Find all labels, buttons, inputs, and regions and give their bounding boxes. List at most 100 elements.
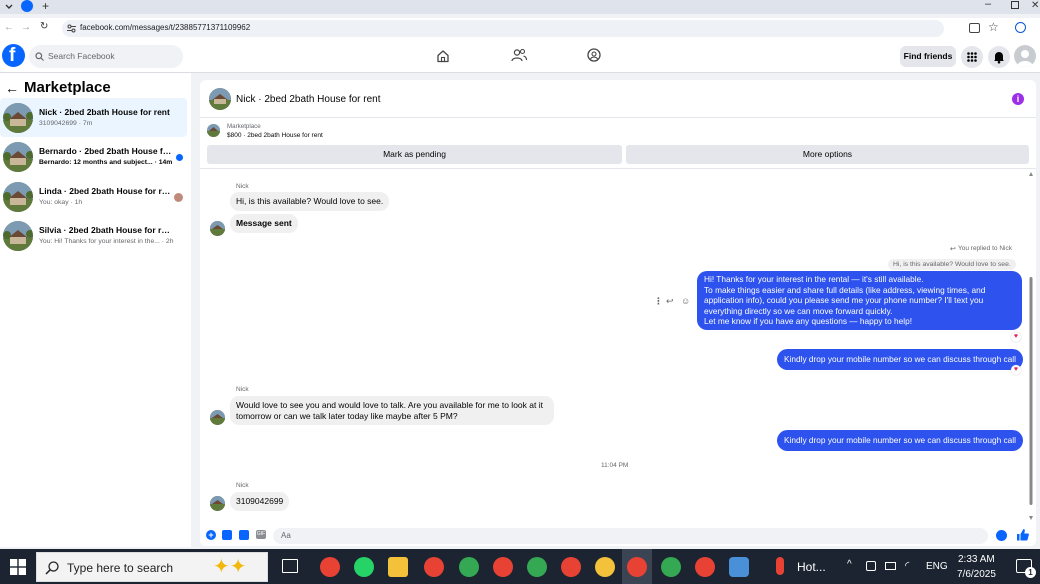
- windows-start-icon[interactable]: [10, 559, 26, 575]
- incoming-message[interactable]: Hi, is this available? Would love to see…: [230, 192, 390, 211]
- thermometer-icon[interactable]: [776, 557, 784, 575]
- incoming-message[interactable]: Would love to see you and would love to …: [230, 396, 554, 425]
- gif-icon[interactable]: GIF: [256, 530, 266, 539]
- search-placeholder: Search Facebook: [48, 51, 115, 61]
- tab-menu-chevron-icon[interactable]: [3, 2, 15, 12]
- reply-icon[interactable]: ↩: [666, 296, 676, 306]
- chrome-profile-icon[interactable]: [493, 557, 513, 577]
- listing-avatar[interactable]: [209, 88, 231, 110]
- chrome-profile-icon[interactable]: [561, 557, 581, 577]
- account-avatar[interactable]: [1014, 45, 1036, 67]
- task-view-icon[interactable]: [282, 559, 298, 573]
- chrome-icon[interactable]: [320, 557, 340, 577]
- chat-header: Nick · 2bed 2bath House for rent i: [200, 80, 1036, 118]
- facebook-header: f Search Facebook Find friends: [0, 40, 1040, 73]
- outgoing-message[interactable]: Hi! Thanks for your interest in the rent…: [697, 271, 1022, 330]
- more-actions-icon[interactable]: ⋮: [654, 296, 663, 306]
- chrome-profile-icon[interactable]: [695, 557, 715, 577]
- message-input[interactable]: Aa: [273, 528, 988, 544]
- taskbar-search-input[interactable]: Type here to search ✦✦: [36, 552, 268, 582]
- conversation-name: Bernardo · 2bed 2bath House for...: [39, 146, 174, 156]
- weather-text[interactable]: Hot...: [797, 560, 826, 574]
- outgoing-message[interactable]: Kindly drop your mobile number so we can…: [777, 349, 1023, 370]
- quoted-message[interactable]: Hi, is this available? Would love to see…: [888, 259, 1016, 270]
- photo-icon[interactable]: [222, 530, 232, 540]
- new-tab-icon[interactable]: +: [42, 0, 52, 13]
- conversation-item-nick[interactable]: Nick · 2bed 2bath House for rent 3109042…: [0, 98, 187, 137]
- incoming-message[interactable]: Message sent: [230, 214, 298, 233]
- heart-reaction-icon[interactable]: ♥: [1011, 365, 1021, 375]
- emoji-icon[interactable]: [996, 530, 1007, 541]
- conversation-name: Nick · 2bed 2bath House for rent: [39, 107, 170, 117]
- conversation-item-bernardo[interactable]: Bernardo · 2bed 2bath House for... Berna…: [0, 137, 187, 176]
- maximize-icon[interactable]: [1011, 1, 1019, 9]
- find-friends-button[interactable]: Find friends: [900, 46, 956, 67]
- minimize-icon[interactable]: –: [985, 0, 995, 10]
- timestamp: 11:04 PM: [601, 462, 629, 469]
- menu-grid-icon[interactable]: [961, 46, 983, 68]
- info-icon[interactable]: i: [1012, 93, 1024, 105]
- install-app-icon[interactable]: [969, 23, 980, 33]
- chrome-profile-icon[interactable]: [527, 557, 547, 577]
- whatsapp-icon[interactable]: [354, 557, 374, 577]
- chrome-profile-icon[interactable]: [459, 557, 479, 577]
- file-explorer-icon[interactable]: [388, 557, 408, 577]
- address-bar[interactable]: facebook.com/messages/t/2388577137110996…: [62, 20, 944, 37]
- reload-icon[interactable]: ↻: [40, 21, 50, 33]
- groups-icon[interactable]: [587, 48, 601, 62]
- facebook-logo-icon[interactable]: f: [2, 44, 25, 67]
- search-icon: [35, 52, 44, 61]
- search-input[interactable]: Search Facebook: [29, 45, 183, 68]
- notification-count-badge: 1: [1025, 567, 1036, 578]
- react-emoji-icon[interactable]: ☺: [681, 296, 691, 306]
- chrome-profile-icon[interactable]: [424, 557, 444, 577]
- message-scrollbar[interactable]: [1028, 172, 1034, 520]
- chrome-profile-icon[interactable]: [661, 557, 681, 577]
- sender-name: Nick: [236, 482, 249, 489]
- clock-date[interactable]: 7/6/2025: [957, 569, 996, 580]
- tray-chevron-icon[interactable]: ^: [847, 559, 852, 570]
- wifi-icon[interactable]: ◜: [905, 559, 909, 572]
- clock-time[interactable]: 2:33 AM: [958, 554, 995, 565]
- browser-toolbar: ← → ↻ facebook.com/messages/t/2388577137…: [0, 18, 1040, 40]
- conversation-item-silvia[interactable]: Silvia · 2bed 2bath House for rent You: …: [0, 216, 187, 255]
- more-options-button[interactable]: More options: [626, 145, 1029, 164]
- mark-as-pending-button[interactable]: Mark as pending: [207, 145, 622, 164]
- back-arrow-icon[interactable]: ←: [4, 22, 14, 34]
- sticker-icon[interactable]: [239, 530, 249, 540]
- listing-thumbnail: [3, 221, 33, 251]
- close-icon[interactable]: ✕: [1031, 0, 1040, 12]
- back-arrow-icon[interactable]: ←: [5, 80, 19, 96]
- sender-avatar: [210, 496, 225, 511]
- home-icon[interactable]: [436, 49, 450, 63]
- outgoing-message[interactable]: Kindly drop your mobile number so we can…: [777, 430, 1023, 451]
- incoming-message[interactable]: 3109042699: [230, 492, 290, 511]
- chrome-profile-icon[interactable]: [627, 557, 647, 577]
- taskbar-search-text: Type here to search: [67, 561, 174, 575]
- chrome-profile-icon[interactable]: [595, 557, 615, 577]
- conversation-item-linda[interactable]: Linda · 2bed 2bath House for rent You: o…: [0, 177, 187, 216]
- reply-arrow-icon: ↩: [950, 246, 956, 253]
- heart-reaction-icon[interactable]: ♥: [1011, 332, 1021, 342]
- tray-app-icon[interactable]: [866, 561, 876, 571]
- forward-arrow-icon[interactable]: →: [21, 22, 31, 34]
- notifications-bell-icon[interactable]: [988, 46, 1010, 68]
- thumbs-up-icon[interactable]: [1016, 528, 1029, 541]
- replied-label: You replied to Nick: [958, 245, 1012, 252]
- sidebar-title: Marketplace: [24, 79, 111, 96]
- marketplace-listing-bar: Marketplace $800 · 2bed 2bath House for …: [200, 119, 1036, 144]
- profile-icon[interactable]: [1015, 22, 1026, 33]
- battery-icon[interactable]: [885, 562, 896, 570]
- conversation-preview: Bernardo: 12 months and subject... · 14m: [39, 159, 173, 166]
- bookmark-star-icon[interactable]: ☆: [988, 20, 1000, 34]
- message-placeholder: Aa: [281, 531, 291, 540]
- network-app-icon[interactable]: [729, 557, 749, 577]
- friends-icon[interactable]: [511, 48, 527, 62]
- conversation-sidebar: ← Marketplace Nick · 2bed 2bath House fo…: [0, 73, 191, 547]
- chat-title[interactable]: Nick · 2bed 2bath House for rent: [236, 94, 381, 105]
- language-indicator[interactable]: ENG: [926, 561, 948, 572]
- add-attachment-icon[interactable]: +: [206, 530, 216, 540]
- facebook-tab-icon[interactable]: [21, 0, 33, 12]
- site-settings-icon[interactable]: [67, 24, 76, 33]
- listing-price-title[interactable]: $800 · 2bed 2bath House for rent: [227, 132, 323, 139]
